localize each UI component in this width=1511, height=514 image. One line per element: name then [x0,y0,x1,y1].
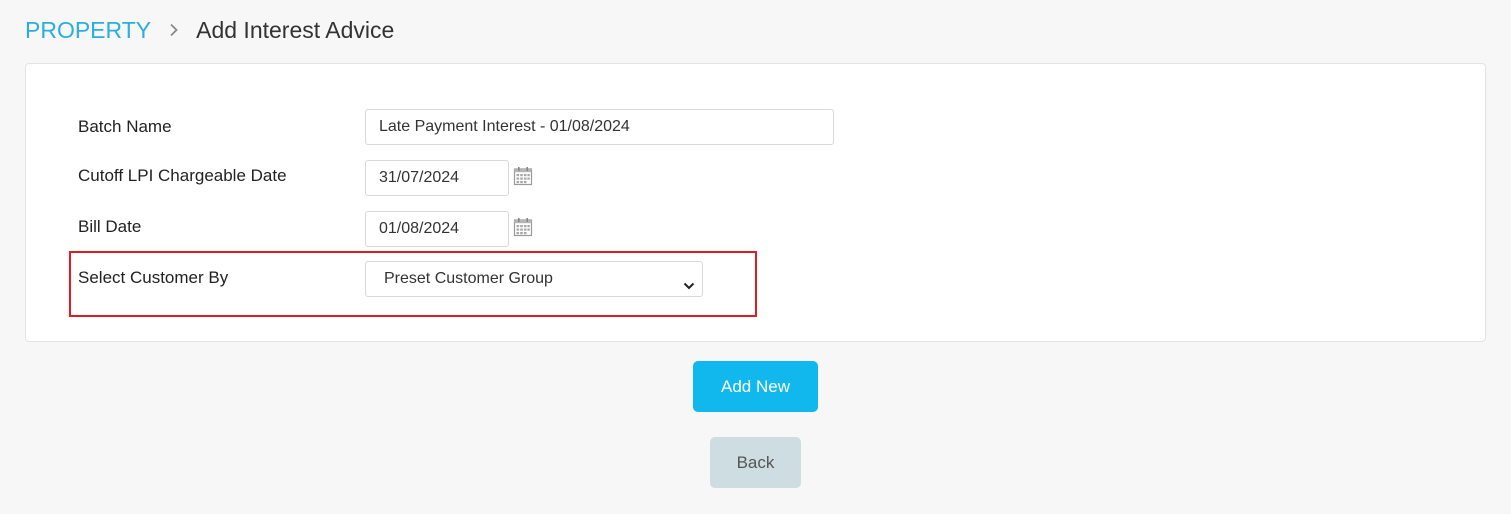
bill-date-label: Bill Date [78,217,142,236]
page-title: Add Interest Advice [196,16,395,43]
calendar-icon[interactable] [513,217,533,237]
select-customer-by-label: Select Customer By [78,268,229,287]
add-new-button[interactable]: Add New [693,361,818,412]
breadcrumb: PROPERTY Add Interest Advice [25,14,394,46]
cutoff-date-label: Cutoff LPI Chargeable Date [78,166,287,185]
select-customer-by-dropdown[interactable]: Preset Customer Group [365,261,703,297]
select-customer-by-value: Preset Customer Group [384,270,553,287]
breadcrumb-property-link[interactable]: PROPERTY [25,17,151,44]
chevron-right-icon [169,23,179,37]
calendar-icon[interactable] [513,166,533,186]
batch-name-label: Batch Name [78,117,172,136]
cutoff-date-input[interactable]: 31/07/2024 [365,160,509,196]
interest-advice-form: Batch Name Late Payment Interest - 01/08… [25,63,1486,342]
chevron-down-icon [682,272,696,290]
batch-name-input[interactable]: Late Payment Interest - 01/08/2024 [365,109,834,145]
bill-date-input[interactable]: 01/08/2024 [365,211,509,247]
back-button[interactable]: Back [710,437,801,488]
